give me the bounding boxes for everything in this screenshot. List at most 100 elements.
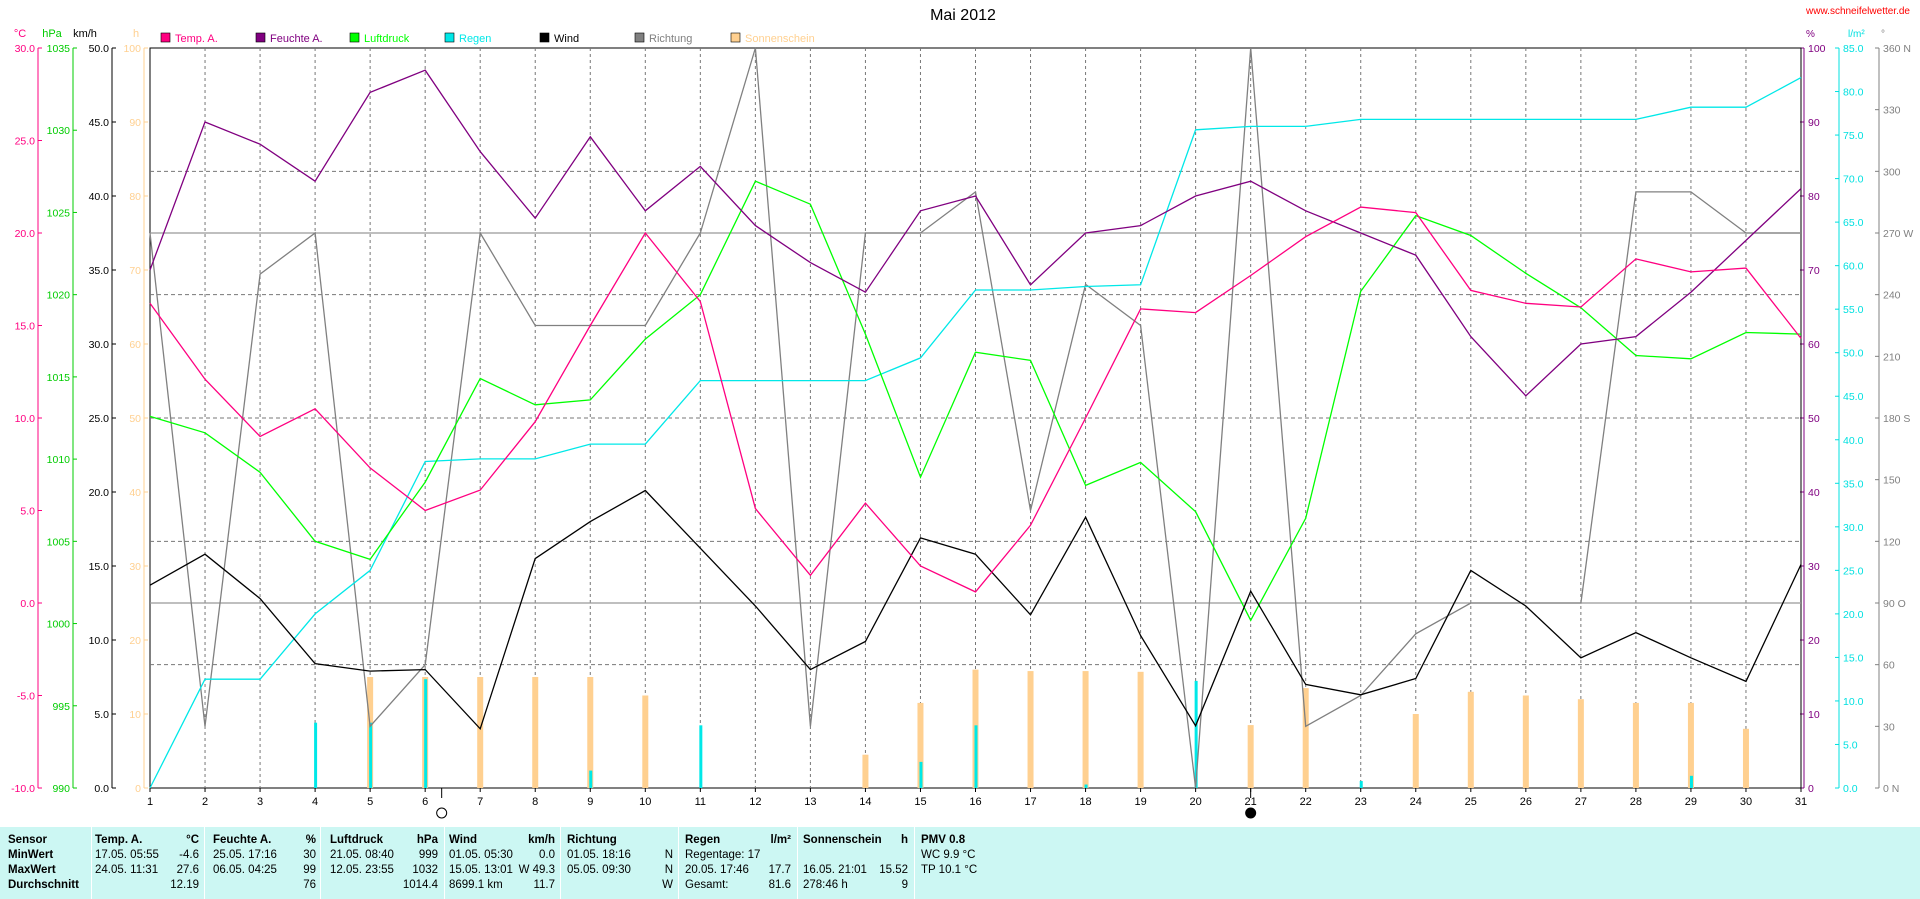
rain-unit: l/m² bbox=[770, 834, 791, 846]
x-tick-label: 26 bbox=[1520, 796, 1532, 808]
sunshine-max-value: 15.52 bbox=[879, 864, 908, 876]
humidity-tick-label: 60 bbox=[1808, 339, 1820, 351]
sunshine-bar bbox=[1577, 699, 1584, 788]
x-tick-label: 1 bbox=[147, 796, 153, 808]
wind-header: Wind bbox=[449, 834, 477, 846]
rain-tick-label: 30.0 bbox=[1843, 522, 1864, 534]
x-tick-label: 12 bbox=[749, 796, 761, 808]
direction-tick-label: 240 bbox=[1883, 290, 1901, 302]
pmv-header: PMV 0.8 bbox=[921, 834, 966, 846]
temp-unit: °C bbox=[186, 834, 199, 846]
temp-tick-label: -5.0 bbox=[17, 691, 35, 703]
wind-unit-label: km/h bbox=[73, 28, 97, 40]
x-tick-label: 27 bbox=[1575, 796, 1587, 808]
daily-rain-bar bbox=[589, 770, 593, 788]
sun-tick-label: 30 bbox=[129, 561, 141, 573]
humidity-unit: % bbox=[305, 834, 316, 846]
humidity-tick-label: 80 bbox=[1808, 191, 1820, 203]
daily-rain-bars bbox=[314, 679, 1693, 788]
pressure-tick-label: 1000 bbox=[47, 619, 71, 631]
sunshine-bar bbox=[1082, 671, 1089, 788]
daily-rain-bar bbox=[1084, 784, 1088, 788]
left-axes: °C 30.0 25.0 20.0 15.0 10.0 5.0 0.0 -5.0 -10.0 hPa… bbox=[11, 28, 148, 795]
temp-tick-label: 10.0 bbox=[15, 413, 36, 425]
direction-tick-label: 120 bbox=[1883, 536, 1901, 548]
humidity-avg-value: 76 bbox=[303, 879, 316, 891]
wind-tick-label: 25.0 bbox=[89, 413, 110, 425]
temp-min-time: 17.05. 05:55 bbox=[95, 849, 159, 861]
pressure-unit: hPa bbox=[416, 834, 438, 846]
pressure-avg-value: 1014.4 bbox=[402, 879, 438, 891]
x-tick-label: 17 bbox=[1024, 796, 1036, 808]
wind-tick-label: 0.0 bbox=[94, 783, 109, 795]
rain-tick-label: 70.0 bbox=[1843, 174, 1864, 186]
pressure-tick-label: 990 bbox=[52, 783, 70, 795]
legend-label: Richtung bbox=[649, 33, 692, 45]
x-tick-label: 4 bbox=[312, 796, 318, 808]
wind-tick-label: 50.0 bbox=[89, 43, 110, 55]
wind-tick-label: 40.0 bbox=[89, 191, 110, 203]
stats-rain: Regen l/m² Regentage: 17 20.05. 17:46 17… bbox=[678, 827, 798, 899]
direction-max-value: N bbox=[664, 864, 673, 876]
direction-tick-label: 30 bbox=[1883, 721, 1895, 733]
direction-header: Richtung bbox=[567, 834, 617, 846]
sunshine-bar bbox=[1412, 714, 1419, 788]
sunshine-bar bbox=[1522, 695, 1529, 788]
daily-rain-bar bbox=[369, 722, 373, 788]
temp-tick-label: 0.0 bbox=[20, 598, 35, 610]
direction-tick-label: 210 bbox=[1883, 351, 1901, 363]
sunshine-bar bbox=[1027, 671, 1034, 788]
sunshine-total: 278:46 h bbox=[803, 879, 848, 891]
rain-tick-label: 85.0 bbox=[1843, 43, 1864, 55]
sun-tick-label: 80 bbox=[129, 191, 141, 203]
durchschnitt-label: Durchschnitt bbox=[8, 879, 79, 891]
pmv-dewpoint: TP 10.1 °C bbox=[921, 864, 978, 876]
pressure-tick-label: 1005 bbox=[47, 536, 71, 548]
pressure-tick-label: 995 bbox=[52, 701, 70, 713]
sun-tick-label: 90 bbox=[129, 117, 141, 129]
rain-total-label: Gesamt: bbox=[685, 879, 729, 891]
direction-tick-label: 270 W bbox=[1883, 228, 1913, 240]
direction-tick-label: 150 bbox=[1883, 475, 1901, 487]
rain-tick-label: 20.0 bbox=[1843, 609, 1864, 621]
source-url[interactable]: www.schneifelwetter.de bbox=[1805, 6, 1910, 17]
daily-rain-bar bbox=[1359, 781, 1363, 788]
rain-tick-label: 40.0 bbox=[1843, 435, 1864, 447]
minwert-label: MinWert bbox=[8, 849, 54, 861]
maxwert-label: MaxWert bbox=[8, 864, 56, 876]
wind-avg-value: 11.7 bbox=[533, 879, 555, 891]
rain-total-value: 81.6 bbox=[768, 879, 791, 891]
temp-tick-label: 5.0 bbox=[20, 506, 35, 518]
humidity-tick-label: 20 bbox=[1808, 635, 1820, 647]
x-tick-label: 29 bbox=[1685, 796, 1697, 808]
sun-tick-label: 0 bbox=[135, 783, 141, 795]
direction-tick-label: 300 bbox=[1883, 166, 1901, 178]
direction-tick-label: 60 bbox=[1883, 660, 1895, 672]
wind-unit: km/h bbox=[528, 834, 555, 846]
x-axis: 1 2 3 4 5 6 7 8 9 10 11 12 13 14 15 16 17 18 19 20 21 22 23 24 2… bbox=[147, 788, 1807, 819]
direction-min-time: 01.05. 18:16 bbox=[567, 849, 631, 861]
humidity-min-time: 25.05. 17:16 bbox=[213, 849, 277, 861]
sunshine-bar bbox=[1137, 671, 1144, 788]
pressure-unit-label: hPa bbox=[42, 28, 62, 40]
sunshine-bar bbox=[1467, 691, 1474, 788]
sunshine-bar bbox=[1742, 728, 1749, 788]
statistics-panel: Sensor MinWert MaxWert Durchschnitt Temp… bbox=[0, 827, 1920, 899]
x-tick-label: 31 bbox=[1795, 796, 1807, 808]
daily-rain-bar bbox=[919, 761, 923, 788]
wind-tick-label: 30.0 bbox=[89, 339, 110, 351]
legend-swatch bbox=[539, 32, 550, 43]
temp-tick-label: 20.0 bbox=[15, 228, 36, 240]
direction-tick-label: 330 bbox=[1883, 105, 1901, 117]
temp-tick-label: 30.0 bbox=[15, 43, 36, 55]
temp-max-time: 24.05. 11:31 bbox=[95, 864, 159, 876]
chart-title: Mai 2012 bbox=[930, 7, 996, 24]
temp-tick-label: 15.0 bbox=[15, 321, 36, 333]
pressure-tick-label: 1010 bbox=[47, 454, 71, 466]
rain-tick-label: 75.0 bbox=[1843, 130, 1864, 142]
pressure-tick-label: 1025 bbox=[47, 207, 71, 219]
temp-max-value: 27.6 bbox=[176, 864, 199, 876]
rain-tick-label: 10.0 bbox=[1843, 696, 1864, 708]
sensor-header: Sensor bbox=[8, 834, 47, 846]
humidity-max-time: 06.05. 04:25 bbox=[213, 864, 277, 876]
